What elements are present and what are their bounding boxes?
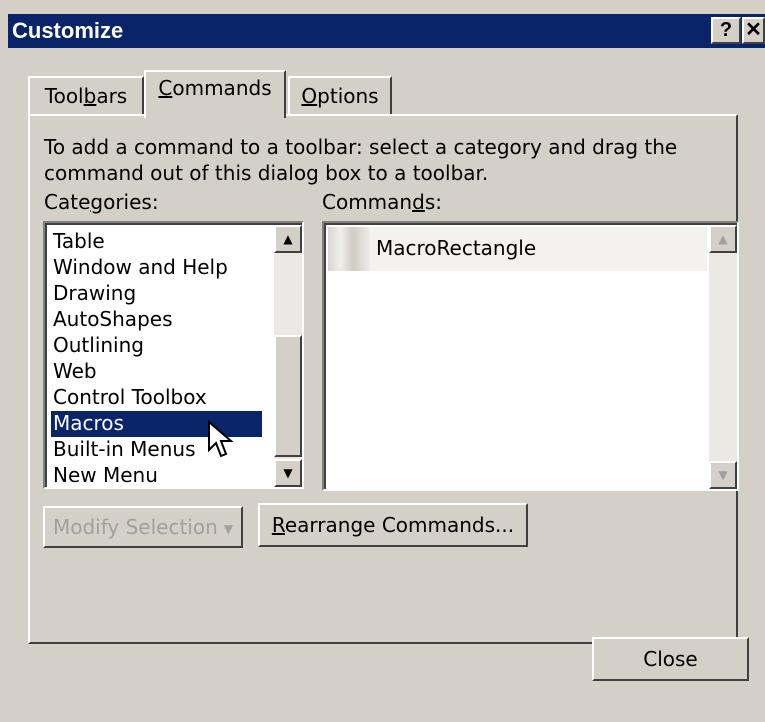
- button-label: Rearrange Commands...: [271, 513, 515, 537]
- close-button[interactable]: Close: [592, 637, 749, 681]
- list-item[interactable]: New Menu: [51, 463, 160, 487]
- tab-label: Toolbars: [44, 84, 128, 108]
- scroll-thumb[interactable]: [274, 335, 302, 457]
- commands-scrollbar[interactable]: ▲ ▼: [709, 225, 737, 489]
- commands-label: Commands:: [322, 190, 442, 214]
- button-label: Modify Selection: [52, 515, 218, 539]
- command-icon: [328, 227, 370, 271]
- dialog-title: Customize: [12, 18, 124, 43]
- categories-listbox[interactable]: Table Window and Help Drawing AutoShapes…: [43, 221, 304, 489]
- list-item[interactable]: Table: [51, 229, 107, 255]
- scroll-up-button[interactable]: ▲: [274, 225, 302, 253]
- tab-commands[interactable]: Commands: [144, 70, 286, 118]
- scroll-down-button[interactable]: ▼: [709, 461, 737, 489]
- scroll-down-button[interactable]: ▼: [274, 459, 302, 487]
- list-item[interactable]: Control Toolbox: [51, 385, 209, 411]
- categories-label: Categories:: [44, 190, 159, 214]
- list-item[interactable]: Outlining: [51, 333, 146, 359]
- list-item[interactable]: Window and Help: [51, 255, 230, 281]
- rearrange-commands-button[interactable]: Rearrange Commands...: [258, 503, 528, 547]
- tab-toolbars[interactable]: Toolbars: [28, 76, 144, 114]
- command-item[interactable]: MacroRectangle: [328, 227, 707, 271]
- dropdown-arrow-icon: ▼: [223, 521, 234, 536]
- arrow-cursor-icon: [208, 420, 234, 458]
- list-item[interactable]: Web: [51, 359, 99, 385]
- triangle-down-icon: ▼: [718, 468, 728, 482]
- help-button[interactable]: ?: [711, 17, 741, 44]
- scroll-up-button[interactable]: ▲: [709, 225, 737, 253]
- list-item[interactable]: AutoShapes: [51, 307, 174, 333]
- triangle-down-icon: ▼: [283, 466, 293, 480]
- title-bar[interactable]: Customize ? ✕: [8, 14, 765, 48]
- triangle-up-icon: ▲: [718, 232, 728, 246]
- list-item[interactable]: Drawing: [51, 281, 138, 307]
- triangle-up-icon: ▲: [283, 232, 293, 246]
- close-window-button[interactable]: ✕: [742, 17, 765, 44]
- customize-dialog: Customize ? ✕ Toolbars Commands Options …: [0, 0, 765, 722]
- tab-label: Commands: [158, 76, 272, 100]
- list-item[interactable]: Built-in Menus: [51, 437, 198, 463]
- categories-scrollbar[interactable]: ▲ ▼: [274, 225, 302, 487]
- modify-selection-button[interactable]: Modify Selection ▼: [43, 506, 243, 548]
- command-label: MacroRectangle: [376, 236, 537, 260]
- commands-listbox[interactable]: MacroRectangle ▲ ▼: [322, 221, 739, 491]
- tab-label: Options: [301, 84, 379, 108]
- tab-options[interactable]: Options: [288, 76, 392, 114]
- instructions-text: To add a command to a toolbar: select a …: [44, 135, 678, 185]
